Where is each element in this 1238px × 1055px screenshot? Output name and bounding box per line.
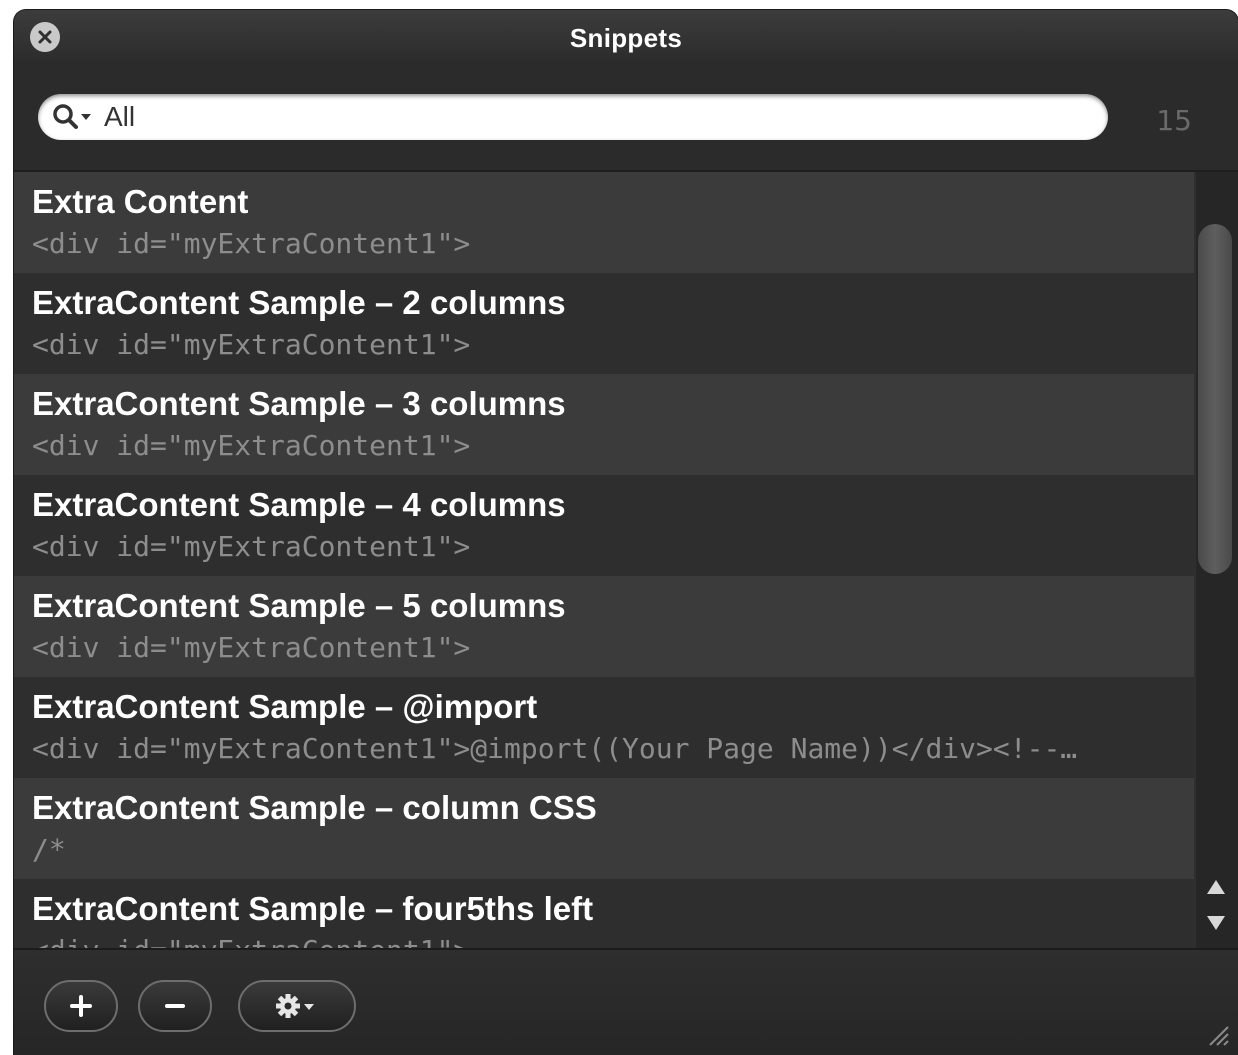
- actions-menu-button[interactable]: [238, 980, 356, 1032]
- minus-icon: [165, 1004, 185, 1008]
- snippet-list: Extra Content <div id="myExtraContent1">…: [14, 172, 1194, 948]
- snippet-title: ExtraContent Sample – 4 columns: [32, 486, 566, 523]
- close-icon: [38, 30, 52, 44]
- remove-snippet-button[interactable]: [138, 980, 212, 1032]
- search-input[interactable]: [104, 94, 1084, 140]
- snippet-preview: <div id="myExtraContent1">: [32, 530, 471, 563]
- close-button[interactable]: [30, 22, 60, 52]
- title-bar[interactable]: Snippets: [14, 10, 1238, 62]
- snippet-preview: <div id="myExtraContent1">: [32, 429, 471, 462]
- window-title: Snippets: [569, 23, 683, 53]
- snippets-window: Snippets 15 Extra Content <div id="myExt…: [14, 10, 1238, 1055]
- snippet-preview: <div id="myExtraContent1">: [32, 929, 1192, 948]
- snippet-row[interactable]: Extra Content <div id="myExtraContent1">: [14, 172, 1194, 273]
- snippet-title: ExtraContent Sample – column CSS: [32, 789, 597, 826]
- arrow-down-icon: [1207, 916, 1225, 930]
- snippet-row[interactable]: ExtraContent Sample – 2 columns <div id=…: [14, 273, 1194, 374]
- snippet-row[interactable]: ExtraContent Sample – @import <div id="m…: [14, 677, 1194, 778]
- search-icon[interactable]: [52, 103, 100, 131]
- snippet-row[interactable]: ExtraContent Sample – 3 columns <div id=…: [14, 374, 1194, 475]
- snippet-preview: /*: [32, 833, 66, 866]
- scroll-up-button[interactable]: [1204, 876, 1228, 898]
- plus-icon: [70, 995, 92, 1017]
- search-field[interactable]: [38, 94, 1108, 140]
- snippet-title: ExtraContent Sample – @import: [32, 688, 538, 725]
- snippet-preview: <div id="myExtraContent1">: [32, 631, 471, 664]
- snippet-title: Extra Content: [32, 183, 249, 220]
- snippet-preview: <div id="myExtraContent1">: [32, 227, 471, 260]
- result-count: 15: [1156, 104, 1192, 137]
- bottom-toolbar: [14, 948, 1238, 1055]
- snippet-preview: <div id="myExtraContent1">@import((Your …: [32, 732, 1078, 765]
- resize-grip-icon[interactable]: [1204, 1021, 1230, 1047]
- snippet-row[interactable]: ExtraContent Sample – 4 columns <div id=…: [14, 475, 1194, 576]
- snippet-row[interactable]: ExtraContent Sample – 5 columns <div id=…: [14, 576, 1194, 677]
- snippet-title: ExtraContent Sample – four5ths left: [32, 890, 594, 927]
- add-snippet-button[interactable]: [44, 980, 118, 1032]
- arrow-up-icon: [1207, 880, 1225, 894]
- snippet-title: ExtraContent Sample – 2 columns: [32, 284, 566, 321]
- snippet-row[interactable]: ExtraContent Sample – column CSS /*: [14, 778, 1194, 879]
- snippet-title: ExtraContent Sample – 3 columns: [32, 385, 566, 422]
- gear-icon: [276, 994, 314, 1018]
- scroll-down-button[interactable]: [1204, 912, 1228, 934]
- search-bar: 15: [14, 62, 1238, 172]
- snippet-row[interactable]: ExtraContent Sample – four5ths left <div…: [14, 879, 1194, 948]
- snippet-preview: <div id="myExtraContent1">: [32, 328, 471, 361]
- scrollbar-thumb[interactable]: [1198, 224, 1232, 574]
- snippet-title: ExtraContent Sample – 5 columns: [32, 587, 566, 624]
